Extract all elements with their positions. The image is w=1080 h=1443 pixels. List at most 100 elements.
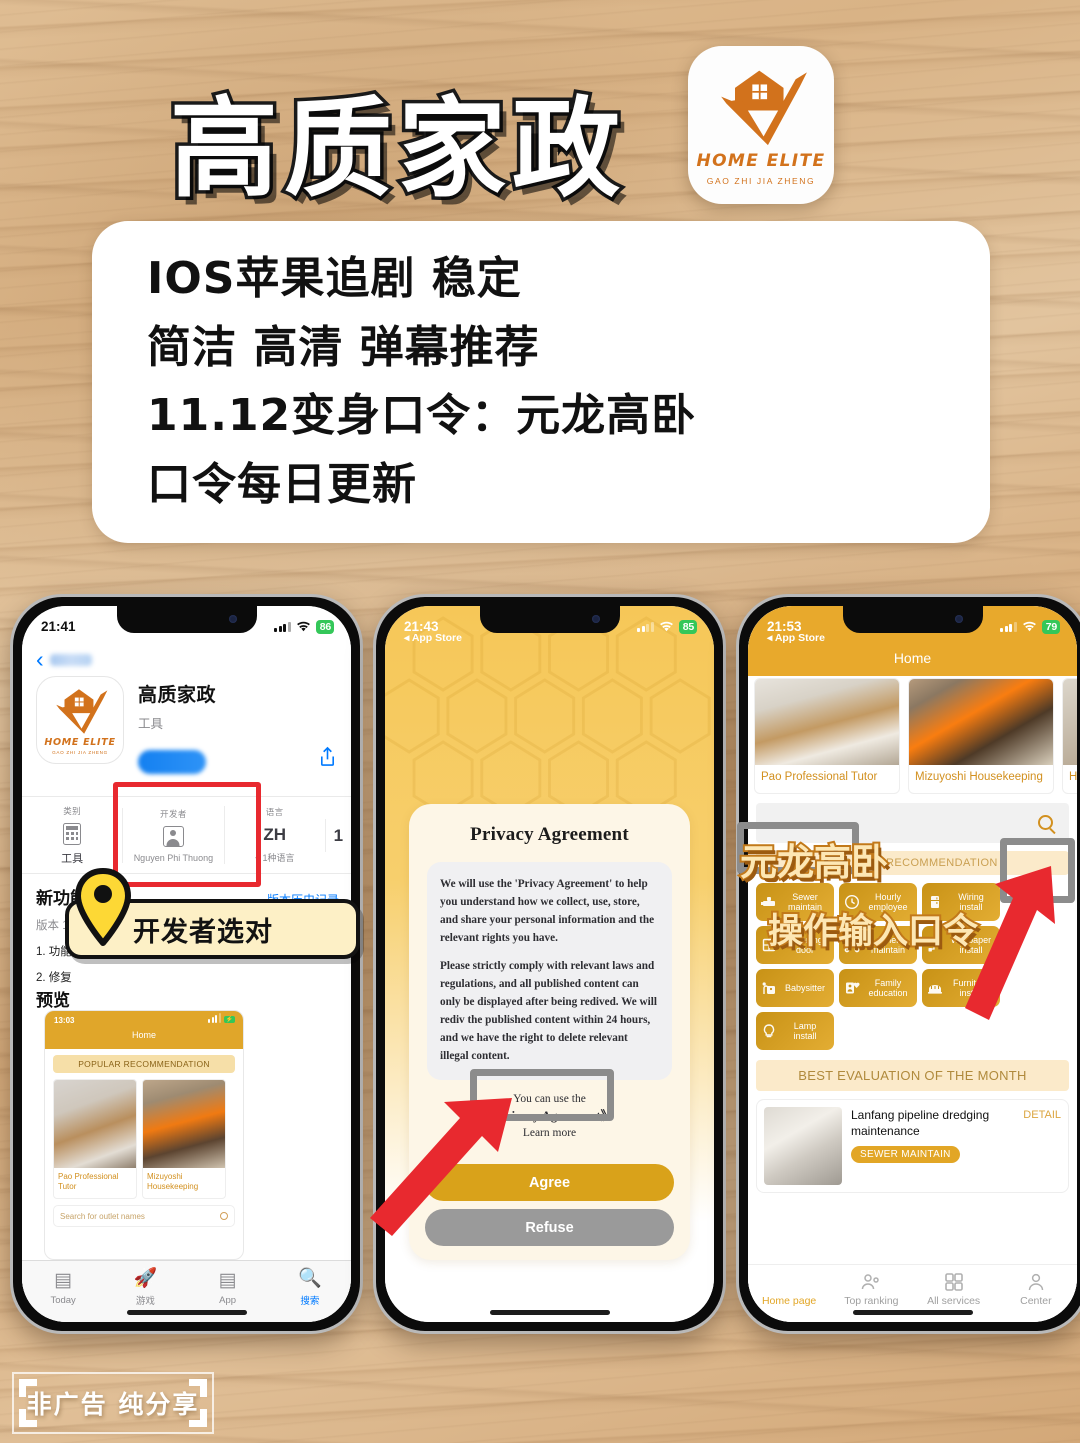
info-header: 类别: [63, 805, 82, 816]
card-caption: H H: [1069, 771, 1077, 783]
non-ad-badge: 非广告 纯分享: [12, 1372, 214, 1434]
get-button[interactable]: [138, 750, 206, 774]
promo-line-1: IOS苹果追剧 稳定: [147, 253, 522, 304]
corner-bl: [19, 1409, 37, 1427]
best-evaluation-header: BEST EVALUATION OF THE MONTH: [756, 1059, 1069, 1091]
tab-app[interactable]: ▤ App: [187, 1270, 269, 1306]
corner-br: [189, 1409, 207, 1427]
developer-highlight-box: [113, 782, 261, 887]
search-icon: 🔍: [298, 1268, 322, 1289]
home-indicator: [489, 1310, 610, 1315]
service-label: Babysitter: [784, 982, 826, 993]
tab-label: Today: [50, 1294, 76, 1306]
home-icon: [748, 1272, 830, 1292]
rocket-icon: 🚀: [133, 1268, 158, 1289]
promo-line-2: 简洁 高清 弹幕推荐: [147, 321, 540, 373]
blurred-back-label: [49, 653, 92, 666]
promo-text-card: IOS苹果追剧 稳定 简洁 高清 弹幕推荐 11.12变身口令：元龙高卧 口令每…: [92, 221, 990, 543]
privacy-body: We will use the 'Privacy Agreement' to h…: [427, 862, 672, 1081]
logo-subtitle: GAO ZHI JIA ZHENG: [706, 175, 816, 186]
corner-tl: [19, 1379, 37, 1397]
privacy-title: Privacy Agreement: [470, 824, 629, 845]
map-pin-icon: [75, 868, 131, 946]
search-icon: [1038, 815, 1053, 831]
info-value: 工具: [61, 852, 84, 865]
evaluation-item[interactable]: Lanfang pipeline dredging maintenance SE…: [756, 1098, 1069, 1193]
service-family-education[interactable]: Family education: [839, 968, 917, 1007]
home-indicator: [126, 1310, 247, 1315]
app-icon-wordmark: HOME ELITE: [44, 736, 116, 748]
service-card[interactable]: Pao Professional Tutor: [754, 678, 900, 794]
tab-label: Top ranking: [844, 1295, 899, 1307]
back-to-appstore[interactable]: ◂ App Store: [404, 632, 462, 644]
service-label: Family education: [868, 977, 908, 998]
tab-top-ranking[interactable]: Top ranking: [830, 1272, 912, 1307]
info-value: 1: [333, 825, 344, 845]
notch: [842, 606, 983, 633]
overlay-hint-text: 操作输入口令: [766, 910, 980, 954]
mini-card: Pao Professional Tutor: [53, 1079, 137, 1199]
wifi-icon: [1022, 621, 1036, 632]
preview-header: 预览: [36, 991, 70, 1010]
service-lamp-install[interactable]: Lamp install: [756, 1011, 834, 1050]
person-icon: [995, 1272, 1077, 1292]
promo-line-4: 口令每日更新: [147, 458, 417, 510]
calculator-icon: [63, 822, 82, 845]
evaluation-title: Lanfang pipeline dredging maintenance: [851, 1107, 990, 1139]
tab-center[interactable]: Center: [995, 1272, 1077, 1307]
privacy-paragraph-1: We will use the 'Privacy Agreement' to h…: [440, 878, 655, 945]
detail-link[interactable]: DETAIL: [1023, 1107, 1061, 1121]
tab-all-services[interactable]: All services: [913, 1272, 995, 1307]
battery-badge: 86: [315, 619, 334, 634]
share-icon[interactable]: [318, 746, 337, 772]
tab-label: Center: [1020, 1295, 1052, 1307]
mini-card: Mizuyoshi Housekeeping: [142, 1079, 226, 1199]
tab-label: 搜索: [300, 1296, 320, 1307]
mini-card-photo: [54, 1080, 136, 1168]
nav-title: Home: [893, 650, 932, 666]
info-cell-category: 类别 工具: [22, 805, 122, 866]
grid-icon: [913, 1272, 995, 1292]
ranking-icon: [830, 1272, 912, 1292]
tab-games[interactable]: 🚀 游戏: [104, 1268, 186, 1307]
mini-card-caption: Mizuyoshi Housekeeping: [147, 1172, 199, 1191]
today-icon: ▤: [54, 1269, 73, 1291]
back-button[interactable]: ‹: [36, 648, 92, 671]
search-icon: [220, 1212, 228, 1220]
service-card[interactable]: Mizuyoshi Housekeeping: [908, 678, 1054, 794]
app-category: 工具: [138, 717, 164, 731]
mini-search-field[interactable]: Search for outlet names: [53, 1205, 235, 1227]
app-logo-badge: HOME ELITE GAO ZHI JIA ZHENG: [688, 46, 834, 204]
sofa-icon: [927, 980, 943, 996]
stack-icon: ▤: [218, 1269, 237, 1291]
back-label: App Store: [774, 632, 825, 644]
wifi-icon: [659, 621, 673, 632]
service-card[interactable]: H H: [1062, 678, 1077, 794]
recommendation-carousel[interactable]: Pao Professional Tutor Mizuyoshi Houseke…: [748, 678, 1077, 794]
card-caption: Mizuyoshi Housekeeping: [915, 771, 1043, 783]
tab-label: Home page: [761, 1295, 817, 1307]
tab-today[interactable]: ▤ Today: [22, 1270, 104, 1306]
privacy-paragraph-2: Please strictly comply with relevant law…: [440, 959, 657, 1063]
tab-home-page[interactable]: Home page: [748, 1272, 830, 1307]
cellular-icon: [637, 621, 654, 632]
evaluation-tag: SEWER MAINTAIN: [851, 1146, 960, 1164]
mini-search-placeholder: Search for outlet names: [60, 1211, 145, 1221]
promo-line-3: 11.12变身口令：元龙高卧: [147, 390, 697, 442]
non-ad-badge-text: 非广告 纯分享: [26, 1390, 200, 1419]
tab-label: All services: [927, 1295, 981, 1307]
cellular-icon: [274, 621, 291, 632]
service-label: Lamp install: [793, 1020, 817, 1041]
tab-label: App: [219, 1294, 237, 1306]
battery-badge: 79: [1041, 619, 1060, 634]
back-to-appstore[interactable]: ◂ App Store: [767, 632, 825, 644]
cellular-icon: [1000, 621, 1017, 632]
home-elite-logo-icon: [721, 70, 807, 145]
back-label: App Store: [411, 632, 462, 644]
baby-icon: [761, 980, 777, 996]
wifi-icon: [296, 621, 310, 632]
mini-popular-banner: POPULAR RECOMMENDATION: [53, 1055, 235, 1073]
service-babysitter[interactable]: Babysitter: [756, 968, 834, 1007]
tab-search[interactable]: 🔍 搜索: [269, 1268, 351, 1307]
overlay-code-text: 元龙高卧: [738, 839, 890, 886]
